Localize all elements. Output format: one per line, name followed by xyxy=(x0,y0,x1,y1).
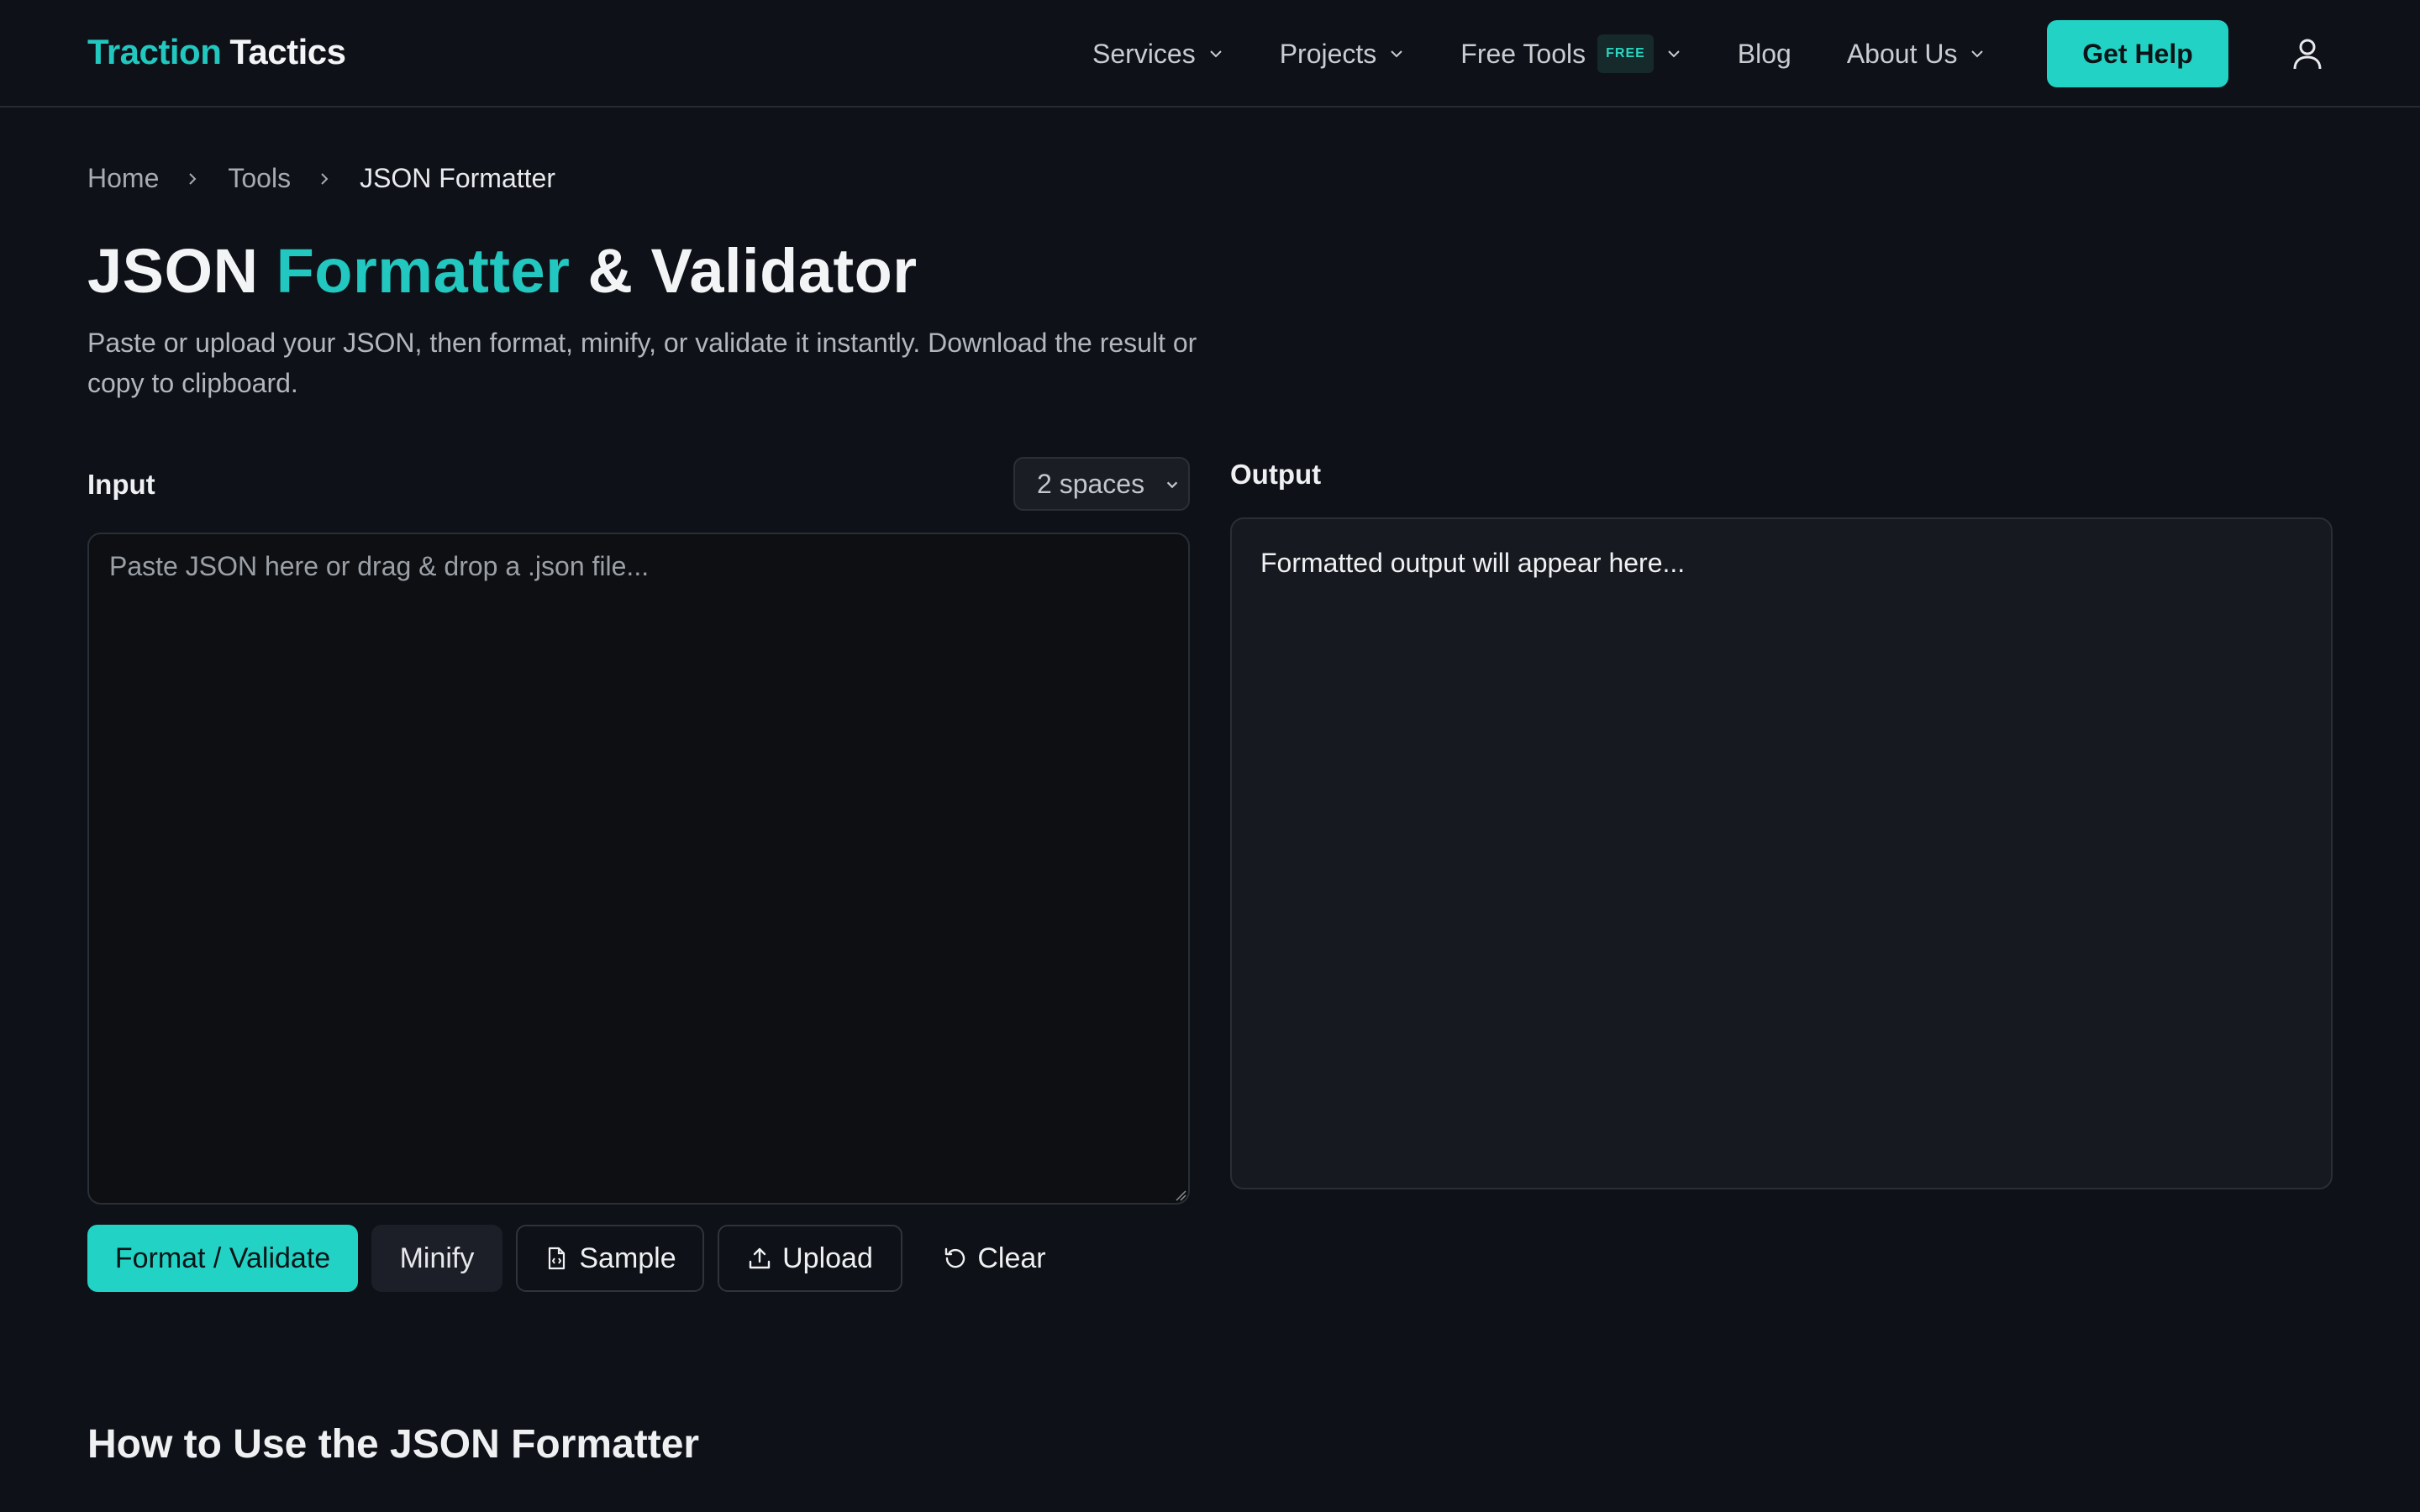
nav-item-projects[interactable]: Projects xyxy=(1280,39,1406,70)
chevron-down-icon xyxy=(1166,481,1178,489)
json-input[interactable] xyxy=(87,533,1190,1205)
input-label: Input xyxy=(87,469,155,500)
title-accent: Formatter xyxy=(276,236,571,306)
resize-handle-icon[interactable] xyxy=(1175,1189,1186,1201)
nav-projects-label: Projects xyxy=(1279,38,1377,69)
nav-services-label: Services xyxy=(1092,38,1196,69)
clear-button[interactable]: Clear xyxy=(928,1225,1060,1292)
breadcrumb: Home Tools JSON Formatter xyxy=(87,163,555,194)
indent-select-value: 2 spaces xyxy=(1037,468,1145,499)
indent-select[interactable]: 2 spaces xyxy=(1013,457,1190,511)
chevron-down-icon xyxy=(1971,50,1984,58)
get-help-button[interactable]: Get Help xyxy=(2047,20,2228,87)
output-label: Output xyxy=(1230,459,1322,490)
breadcrumb-tools[interactable]: Tools xyxy=(228,163,291,194)
chevron-down-icon xyxy=(1391,50,1403,58)
output-placeholder: Formatted output will appear here... xyxy=(1260,548,1686,578)
logo-secondary-text: Tactics xyxy=(229,32,346,71)
nav-blog-label: Blog xyxy=(1737,38,1791,69)
user-icon[interactable] xyxy=(2292,37,2323,71)
rotate-ccw-icon xyxy=(945,1247,965,1268)
chevron-right-icon xyxy=(189,172,197,185)
site-header: Traction Tactics Services Projects Free T… xyxy=(0,0,2420,108)
title-part1: JSON xyxy=(87,236,259,306)
nav-item-services[interactable]: Services xyxy=(1092,39,1224,70)
breadcrumb-current: JSON Formatter xyxy=(360,163,555,193)
breadcrumb-home[interactable]: Home xyxy=(87,163,159,194)
chevron-down-icon xyxy=(1209,50,1222,58)
page-title: JSON Formatter & Validator xyxy=(87,235,918,307)
minify-label: Minify xyxy=(399,1242,475,1274)
title-part2: & Validator xyxy=(587,236,918,306)
upload-button[interactable]: Upload xyxy=(718,1225,902,1292)
nav-free-tools-label: Free Tools xyxy=(1460,38,1586,69)
logo-primary-text: Traction xyxy=(87,32,222,71)
upload-icon xyxy=(749,1247,771,1269)
nav-about-label: About Us xyxy=(1846,38,1958,69)
nav-item-about[interactable]: About Us xyxy=(1847,39,1986,70)
site-logo[interactable]: Traction Tactics xyxy=(87,32,346,72)
json-output[interactable]: Formatted output will appear here... xyxy=(1230,517,2333,1189)
chevron-right-icon xyxy=(321,172,329,185)
minify-button[interactable]: Minify xyxy=(371,1225,502,1292)
sample-button[interactable]: Sample xyxy=(516,1225,704,1292)
nav-item-free-tools[interactable]: Free Tools FREE xyxy=(1460,34,1681,73)
main-nav: Services Projects Free Tools FREE Blog A… xyxy=(1092,0,2041,108)
how-to-use-heading: How to Use the JSON Formatter xyxy=(87,1422,700,1467)
clear-label: Clear xyxy=(977,1242,1046,1274)
nav-item-blog[interactable]: Blog xyxy=(1738,39,1791,70)
sample-label: Sample xyxy=(579,1242,676,1274)
chevron-down-icon xyxy=(1668,50,1680,58)
format-validate-label: Format / Validate xyxy=(114,1242,331,1274)
free-badge: FREE xyxy=(1597,34,1654,73)
file-code-icon xyxy=(549,1247,566,1270)
page-subtitle: Paste or upload your JSON, then format, … xyxy=(87,328,1197,398)
format-validate-button[interactable]: Format / Validate xyxy=(87,1225,358,1292)
upload-label: Upload xyxy=(782,1242,873,1274)
